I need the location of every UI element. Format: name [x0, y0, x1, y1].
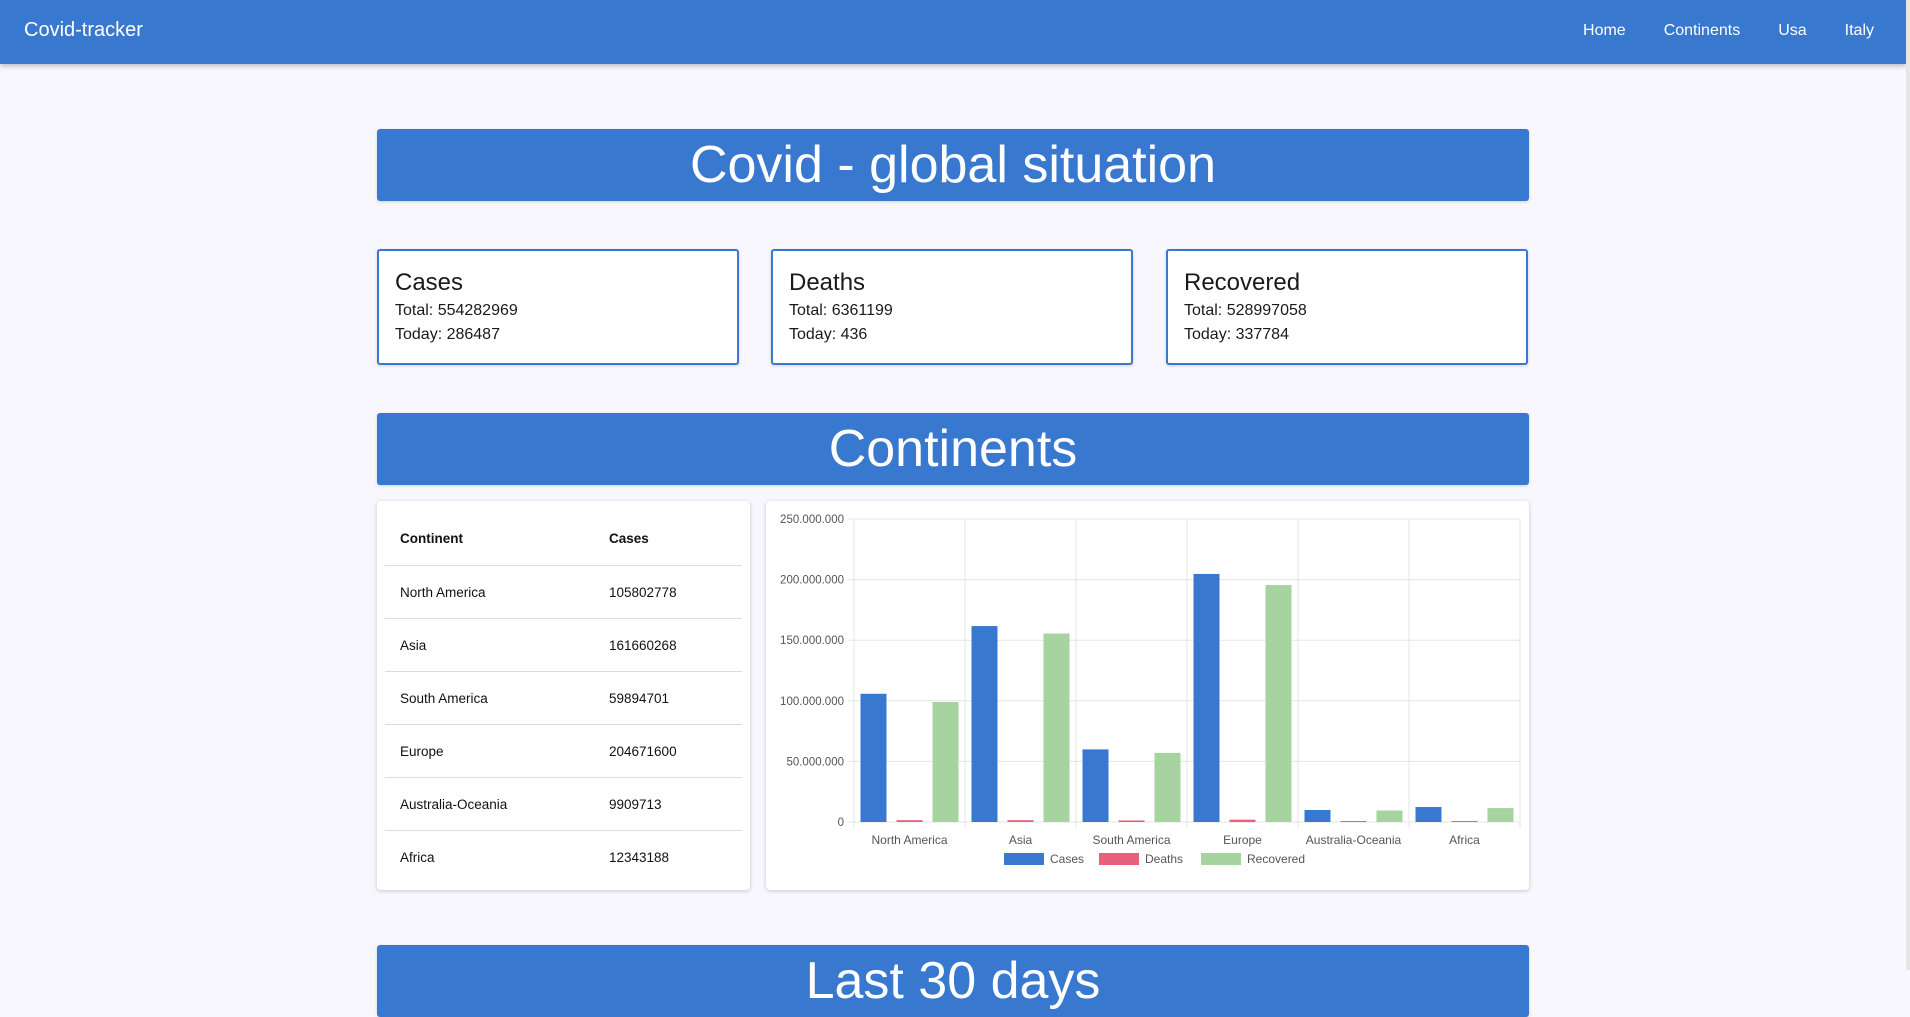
x-tick-label: North America [871, 833, 947, 847]
continents-title: Continents [828, 420, 1078, 478]
cases-card-title: Cases [395, 269, 464, 296]
bar-deaths [896, 820, 923, 822]
table-row: North America 105802778 [385, 565, 742, 619]
deaths-card-title: Deaths [789, 269, 866, 296]
last-30-days-title: Last 30 days [805, 952, 1101, 1010]
nav-link-home[interactable]: Home [1583, 22, 1626, 40]
bar-recovered [1376, 810, 1403, 822]
table-header-cases: Cases [609, 531, 649, 546]
legend-label-recovered: Recovered [1247, 852, 1305, 866]
legend-swatch-cases [1004, 853, 1044, 865]
global-situation-title: Covid - global situation [689, 136, 1217, 194]
continents-chart-panel: 250.000.000 200.000.000 150.000.000 100.000… [766, 501, 1529, 890]
bar-deaths [1340, 821, 1367, 822]
x-tick-label: Europe [1223, 833, 1262, 847]
deaths-today: Today: 436 [789, 326, 868, 343]
table-cell-cases: 59894701 [609, 691, 670, 706]
table-cell-cases: 12343188 [609, 850, 670, 865]
bar-cases [1415, 807, 1442, 822]
bar-deaths [1229, 819, 1256, 822]
nav-link-usa[interactable]: Usa [1778, 22, 1806, 40]
table-cell-continent: Africa [400, 850, 435, 865]
y-tick-label: 0 [838, 817, 844, 829]
recovered-card: Recovered Total: 528997058 Today: 337784 [1166, 249, 1528, 365]
legend-swatch-recovered [1201, 853, 1241, 865]
global-situation-header: Covid - global situation [377, 129, 1529, 201]
table-cell-continent: Australia-Oceania [400, 797, 508, 812]
bar-deaths [1007, 820, 1034, 822]
recovered-total: Total: 528997058 [1184, 302, 1307, 319]
legend-swatch-deaths [1099, 853, 1139, 865]
bar-cases [1193, 573, 1220, 822]
bar-recovered [1154, 752, 1181, 822]
cases-total: Total: 554282969 [395, 302, 518, 319]
y-tick-label: 150.000.000 [780, 635, 844, 647]
bar-cases [971, 626, 998, 822]
legend-label-deaths: Deaths [1145, 852, 1183, 866]
deaths-card: Deaths Total: 6361199 Today: 436 [771, 249, 1133, 365]
continents-table: Continent Cases North America 105802778 … [377, 501, 750, 890]
continents-header: Continents [377, 413, 1529, 485]
x-tick-label: Australia-Oceania [1306, 833, 1402, 847]
y-tick-label: 250.000.000 [780, 514, 844, 526]
bar-cases [1082, 749, 1109, 822]
table-cell-continent: South America [400, 691, 488, 706]
x-tick-label: Africa [1449, 833, 1480, 847]
brand-link[interactable]: Covid-tracker [24, 19, 143, 42]
last-30-days-header: Last 30 days [377, 945, 1529, 1017]
y-tick-label: 200.000.000 [780, 575, 844, 587]
table-row: Africa 12343188 [385, 830, 742, 884]
bar-deaths [1451, 821, 1478, 822]
table-row: Asia 161660268 [385, 618, 742, 672]
bar-recovered [932, 702, 959, 822]
table-row: Australia-Oceania 9909713 [385, 777, 742, 831]
bar-recovered [1043, 633, 1070, 822]
nav-link-continents[interactable]: Continents [1664, 22, 1741, 40]
recovered-today: Today: 337784 [1184, 326, 1289, 343]
y-tick-label: 50.000.000 [786, 756, 844, 768]
table-cell-cases: 204671600 [609, 744, 677, 759]
table-cell-cases: 161660268 [609, 638, 677, 653]
continents-bar-chart: 250.000.000 200.000.000 150.000.000 100.000… [780, 514, 1521, 866]
bar-recovered [1487, 808, 1514, 822]
nav-link-italy[interactable]: Italy [1845, 22, 1874, 40]
page-scrollbar[interactable] [1906, 0, 1910, 970]
x-tick-label: Asia [1009, 833, 1033, 847]
table-cell-continent: Asia [400, 638, 427, 653]
top-navbar: Covid-tracker Home Continents Usa Italy [0, 0, 1906, 64]
bar-cases [860, 693, 887, 822]
table-row: Europe 204671600 [385, 724, 742, 778]
legend-label-cases: Cases [1050, 852, 1084, 866]
deaths-total: Total: 6361199 [789, 302, 893, 319]
bar-cases [1304, 809, 1331, 822]
y-tick-label: 100.000.000 [780, 696, 844, 708]
table-cell-cases: 9909713 [609, 797, 662, 812]
cases-today: Today: 286487 [395, 326, 500, 343]
table-header-continent: Continent [400, 531, 463, 546]
bar-deaths [1118, 820, 1145, 822]
bar-recovered [1265, 585, 1292, 822]
x-tick-label: South America [1092, 833, 1170, 847]
table-row: South America 59894701 [385, 671, 742, 725]
table-cell-continent: North America [400, 585, 486, 600]
recovered-card-title: Recovered [1184, 269, 1301, 296]
cases-card: Cases Total: 554282969 Today: 286487 [377, 249, 739, 365]
table-cell-continent: Europe [400, 744, 444, 759]
nav-links: Home Continents Usa Italy [1545, 22, 1874, 40]
table-cell-cases: 105802778 [609, 585, 677, 600]
